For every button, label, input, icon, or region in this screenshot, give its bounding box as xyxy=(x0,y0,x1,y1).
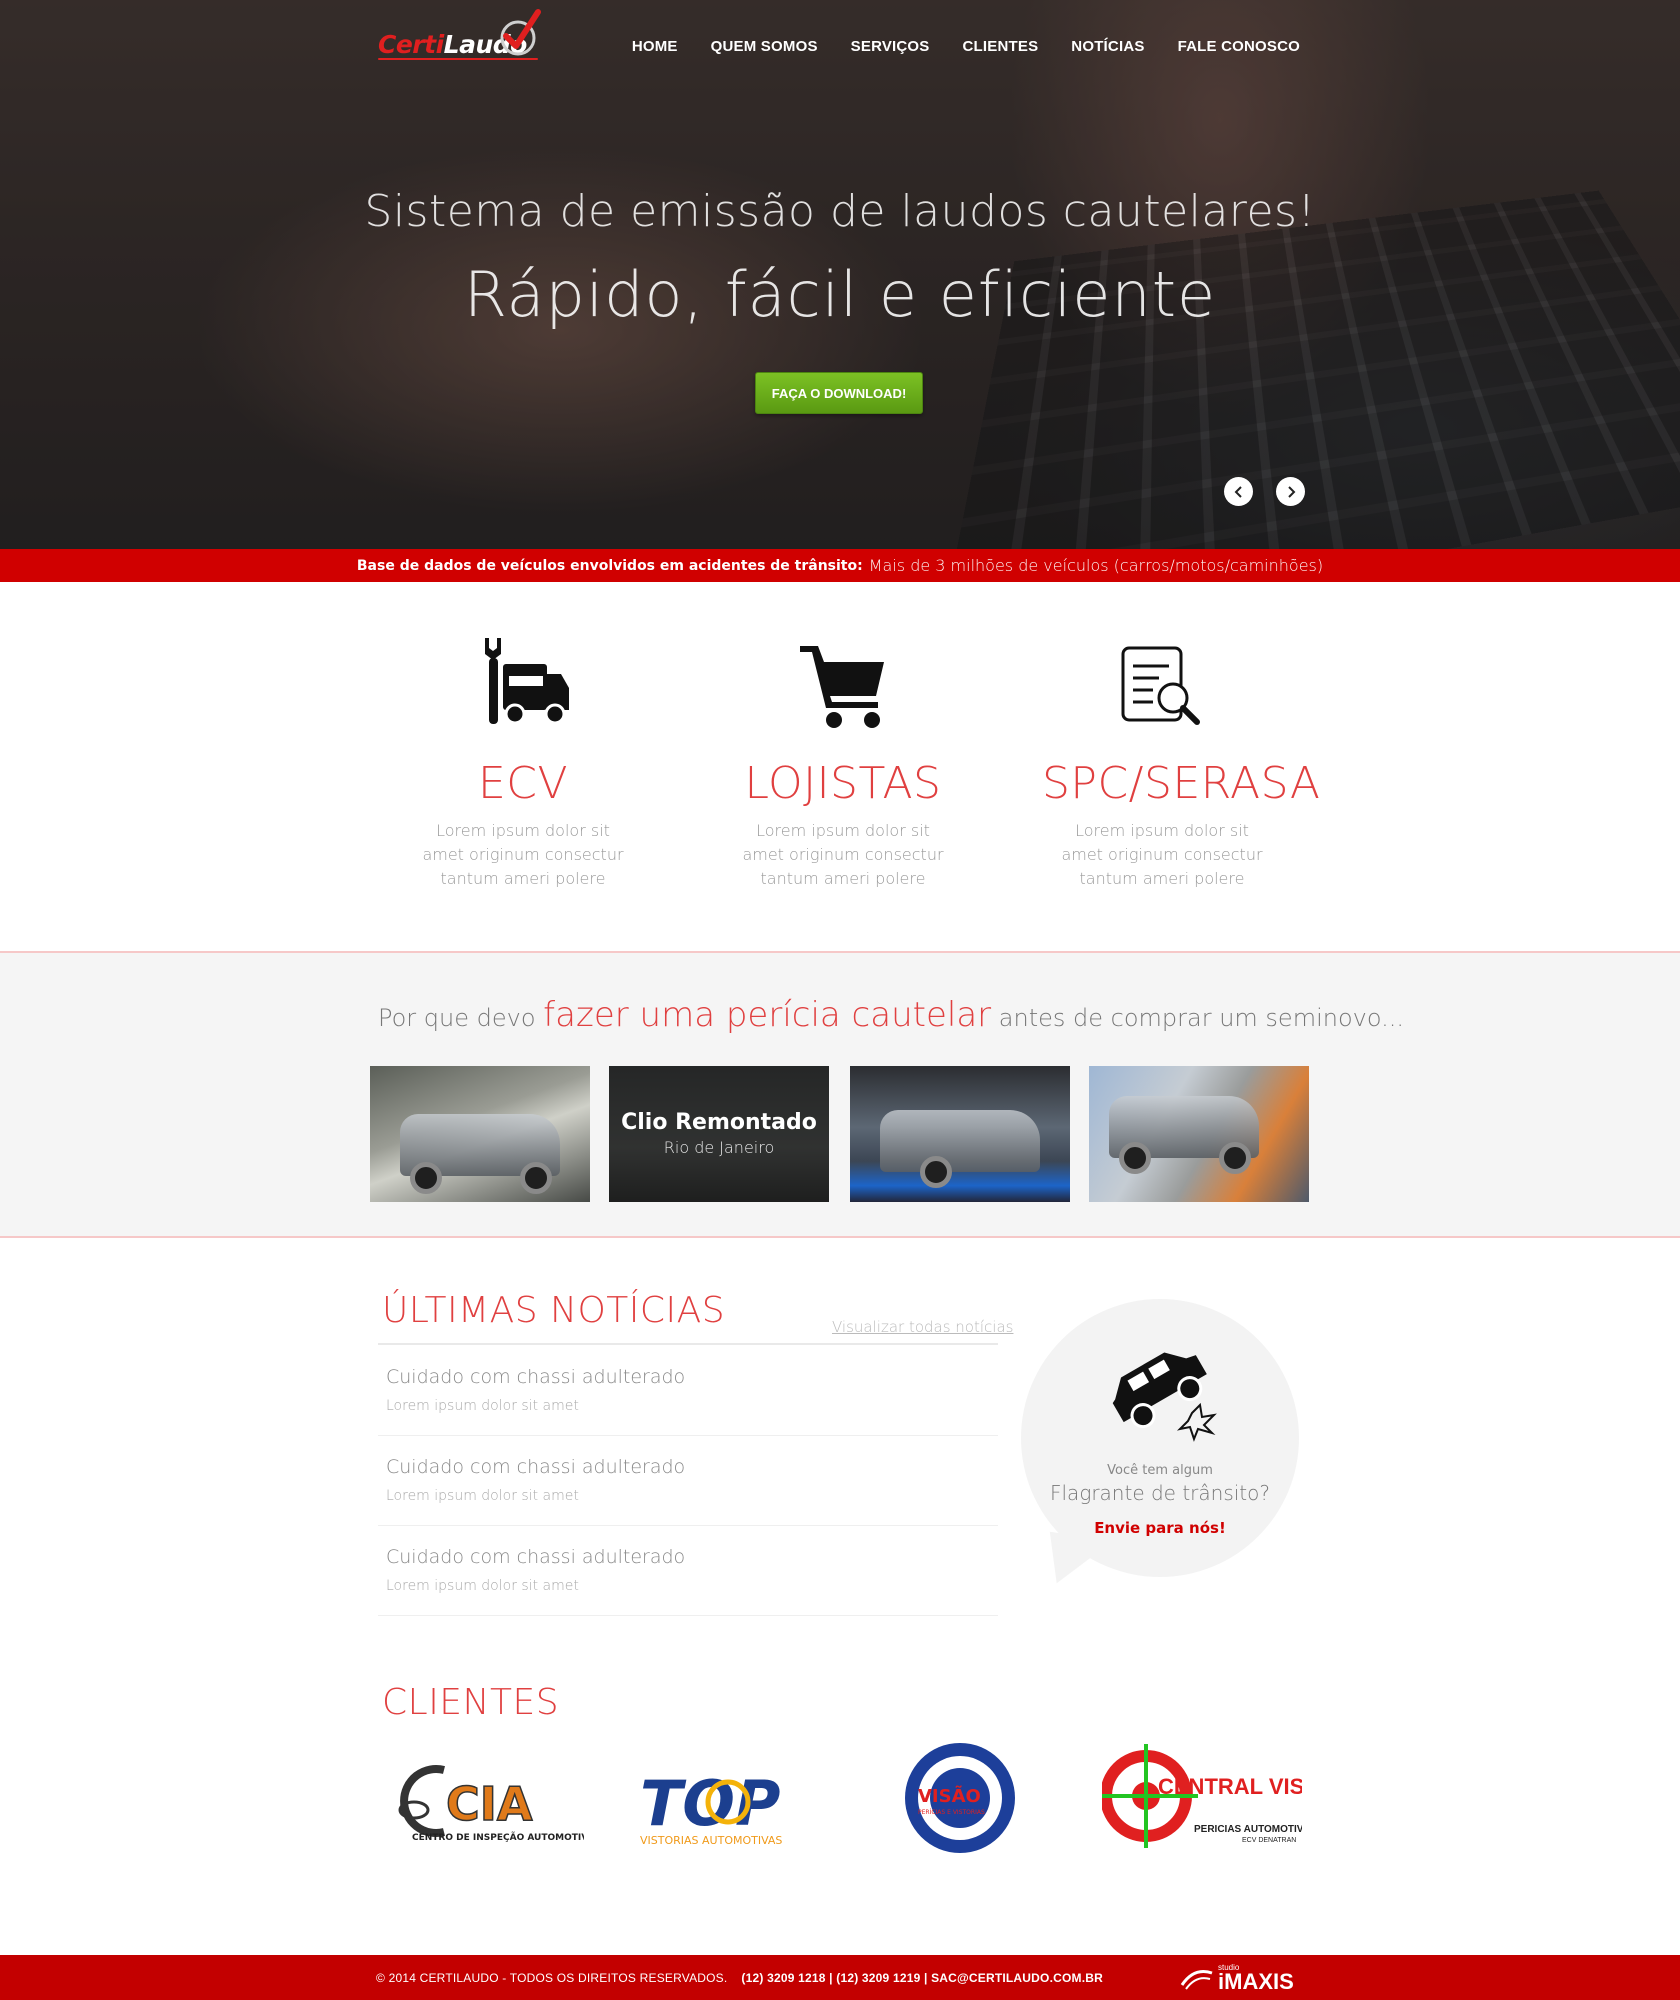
chevron-right-icon xyxy=(1284,485,1298,499)
main-nav: HOME QUEM SOMOS SERVIÇOS CLIENTES NOTÍCI… xyxy=(632,38,1300,55)
svg-text:CIA: CIA xyxy=(446,1777,533,1831)
checkmark-icon xyxy=(496,8,542,58)
database-banner: Base de dados de veículos envolvidos em … xyxy=(0,549,1680,582)
flagrante-line1: Você tem algum xyxy=(1021,1463,1299,1478)
slider-next-button[interactable] xyxy=(1276,477,1305,506)
svg-text:VISÃO: VISÃO xyxy=(918,1784,981,1807)
nav-quem-somos[interactable]: QUEM SOMOS xyxy=(711,38,818,55)
flagrante-bubble: Você tem algum Flagrante de trânsito? En… xyxy=(1021,1299,1299,1577)
divider xyxy=(378,1343,998,1345)
gallery-caption-location: Rio de Janeiro xyxy=(609,1138,829,1157)
news-title: Cuidado com chassi adulterado xyxy=(386,1366,685,1388)
hero-headline: Sistema de emissão de laudos cautelares! xyxy=(0,186,1680,237)
studio-swoosh-icon xyxy=(1180,1965,1214,1991)
news-heading: ÚLTIMAS NOTÍCIAS xyxy=(382,1290,725,1331)
client-logo-central-vistorias[interactable]: CENTRAL VISTORIAS PERICIAS AUTOMOTIVAS E… xyxy=(1102,1740,1302,1855)
nav-clientes[interactable]: CLIENTES xyxy=(963,38,1039,55)
studio-logo[interactable]: studio iMAXIS xyxy=(1180,1963,1294,1993)
nav-noticias[interactable]: NOTÍCIAS xyxy=(1071,38,1144,55)
service-lojistas[interactable]: LOJISTAS Lorem ipsum dolor sit amet orig… xyxy=(723,626,963,891)
svg-text:CENTRAL VISTORIAS: CENTRAL VISTORIAS xyxy=(1158,1774,1302,1799)
wrench-truck-icon xyxy=(475,634,571,730)
news-summary: Lorem ipsum dolor sit amet xyxy=(386,1578,579,1594)
hero-slider: CertiLaudo HOME QUEM SOMOS SERVIÇOS CLIE… xyxy=(0,0,1680,549)
news-summary: Lorem ipsum dolor sit amet xyxy=(386,1488,579,1504)
gallery-item[interactable]: Clio Remontado Rio de Janeiro xyxy=(609,1066,829,1202)
svg-text:CENTRO DE INSPEÇÃO AUTOMOTIVA: CENTRO DE INSPEÇÃO AUTOMOTIVA xyxy=(412,1832,584,1843)
footer: © 2014 CERTILAUDO - TODOS OS DIREITOS RE… xyxy=(0,1955,1680,2000)
gallery-caption-title: Clio Remontado xyxy=(609,1110,829,1135)
news-item[interactable]: Cuidado com chassi adulterado Lorem ipsu… xyxy=(378,1346,998,1436)
service-ecv[interactable]: ECV Lorem ipsum dolor sit amet originum … xyxy=(403,626,643,891)
client-logo-top[interactable]: TOP VISTORIAS AUTOMOTIVAS xyxy=(636,1740,826,1855)
slider-prev-button[interactable] xyxy=(1224,477,1253,506)
banner-value: Mais de 3 milhões de veículos (carros/mo… xyxy=(869,556,1323,575)
gallery-item[interactable] xyxy=(850,1066,1070,1202)
service-title: LOJISTAS xyxy=(723,758,963,809)
svg-text:PERÍCIAS E VISTORIAS: PERÍCIAS E VISTORIAS xyxy=(918,1809,985,1816)
why-heading: Por que devo fazer uma perícia cautelar … xyxy=(378,995,1404,1035)
hero-subheadline: Rápido, fácil e eficiente xyxy=(0,258,1680,331)
news-title: Cuidado com chassi adulterado xyxy=(386,1546,685,1568)
news-summary: Lorem ipsum dolor sit amet xyxy=(386,1398,579,1414)
banner-label: Base de dados de veículos envolvidos em … xyxy=(357,558,863,574)
clients-heading: CLIENTES xyxy=(382,1682,559,1723)
shopping-cart-icon xyxy=(798,640,888,730)
news-item[interactable]: Cuidado com chassi adulterado Lorem ipsu… xyxy=(378,1436,998,1526)
service-description: Lorem ipsum dolor sit amet originum cons… xyxy=(723,819,963,891)
chevron-left-icon xyxy=(1232,485,1246,499)
download-button[interactable]: FAÇA O DOWNLOAD! xyxy=(755,372,923,414)
service-title: SPC/SERASA xyxy=(1042,758,1282,809)
nav-home[interactable]: HOME xyxy=(632,38,678,55)
view-all-news-link[interactable]: Visualizar todas notícias xyxy=(832,1318,1013,1336)
nav-servicos[interactable]: SERVIÇOS xyxy=(851,38,930,55)
news-item[interactable]: Cuidado com chassi adulterado Lorem ipsu… xyxy=(378,1526,998,1616)
svg-text:ECV DENATRAN: ECV DENATRAN xyxy=(1242,1837,1296,1844)
service-title: ECV xyxy=(403,758,643,809)
client-logo-visao[interactable]: VISÃO PERÍCIAS E VISTORIAS xyxy=(900,1740,1020,1855)
flagrante-line2: Flagrante de trânsito? xyxy=(1021,1481,1299,1505)
service-spc-serasa[interactable]: SPC/SERASA Lorem ipsum dolor sit amet or… xyxy=(1042,626,1282,891)
service-description: Lorem ipsum dolor sit amet originum cons… xyxy=(403,819,643,891)
crashed-car-icon xyxy=(1100,1325,1220,1443)
copyright: © 2014 CERTILAUDO - TODOS OS DIREITOS RE… xyxy=(376,1971,727,1985)
service-description: Lorem ipsum dolor sit amet originum cons… xyxy=(1042,819,1282,891)
logo[interactable]: CertiLaudo xyxy=(378,8,560,62)
contact-info[interactable]: (12) 3209 1218 | (12) 3209 1219 | SAC@CE… xyxy=(741,1971,1103,1985)
client-logo-cia[interactable]: CIA CENTRO DE INSPEÇÃO AUTOMOTIVA xyxy=(384,1740,584,1855)
document-search-icon xyxy=(1119,644,1205,730)
svg-text:VISTORIAS AUTOMOTIVAS: VISTORIAS AUTOMOTIVAS xyxy=(640,1834,782,1847)
send-flagrante-link[interactable]: Envie para nós! xyxy=(1021,1519,1299,1537)
nav-fale-conosco[interactable]: FALE CONOSCO xyxy=(1178,38,1300,55)
gallery-item[interactable] xyxy=(370,1066,590,1202)
news-title: Cuidado com chassi adulterado xyxy=(386,1456,685,1478)
svg-text:PERICIAS AUTOMOTIVAS: PERICIAS AUTOMOTIVAS xyxy=(1194,1824,1302,1835)
gallery-item[interactable] xyxy=(1089,1066,1309,1202)
